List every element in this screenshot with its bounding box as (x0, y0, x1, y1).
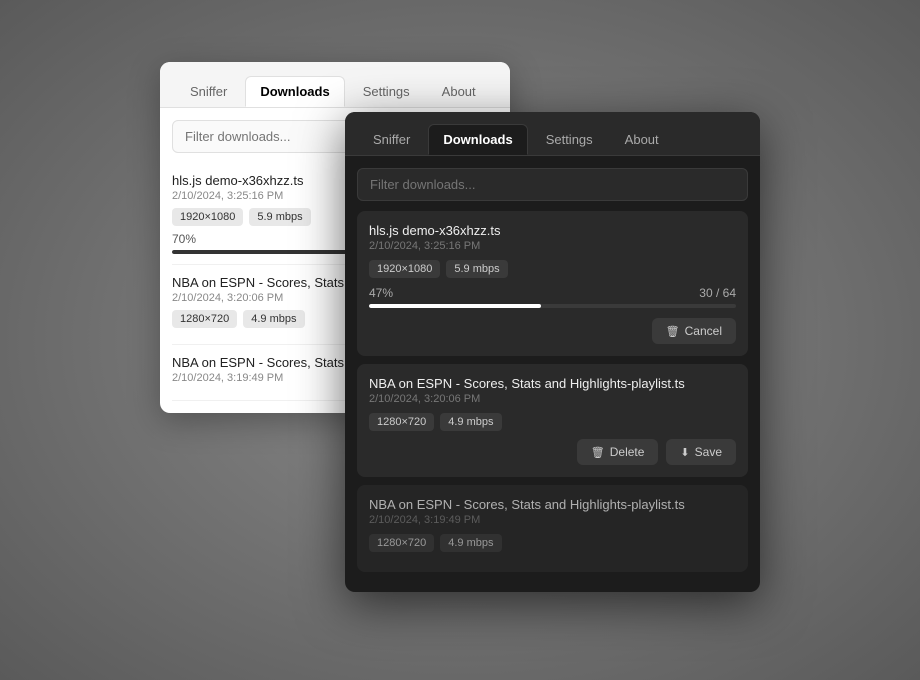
resolution-badge: 1280×720 (369, 534, 434, 552)
dark-tab-settings[interactable]: Settings (532, 125, 607, 154)
dark-tab-downloads[interactable]: Downloads (428, 124, 527, 155)
item-date: 2/10/2024, 3:19:49 PM (369, 514, 736, 526)
trash-icon (666, 324, 680, 338)
light-tab-downloads[interactable]: Downloads (245, 76, 344, 107)
light-tab-about[interactable]: About (428, 77, 490, 106)
item-title: NBA on ESPN - Scores, Stats and Highligh… (369, 376, 736, 391)
resolution-badge: 1920×1080 (172, 208, 243, 226)
bitrate-badge: 4.9 mbps (243, 310, 304, 328)
list-item: hls.js demo-x36xhzz.ts 2/10/2024, 3:25:1… (357, 211, 748, 356)
cancel-label: Cancel (685, 324, 722, 338)
resolution-badge: 1280×720 (172, 310, 237, 328)
dark-panel: Sniffer Downloads Settings About hls.js … (345, 112, 760, 592)
light-tab-sniffer[interactable]: Sniffer (176, 77, 241, 106)
progress-row: 47% 30 / 64 (369, 286, 736, 300)
delete-label: Delete (610, 445, 645, 459)
delete-button[interactable]: Delete (577, 439, 659, 465)
light-tab-settings[interactable]: Settings (349, 77, 424, 106)
dark-tab-bar: Sniffer Downloads Settings About (345, 112, 760, 156)
item-date: 2/10/2024, 3:20:06 PM (369, 393, 736, 405)
progress-bar-bg (369, 304, 736, 308)
dark-filter-input[interactable] (357, 168, 748, 201)
item-title: NBA on ESPN - Scores, Stats and Highligh… (369, 497, 736, 512)
progress-count: 30 / 64 (699, 286, 736, 300)
download-icon (680, 445, 689, 459)
save-button[interactable]: Save (666, 439, 736, 465)
save-label: Save (695, 445, 722, 459)
badges: 1920×1080 5.9 mbps (369, 260, 736, 278)
bitrate-badge: 5.9 mbps (446, 260, 507, 278)
progress-percent: 47% (369, 286, 393, 300)
item-date: 2/10/2024, 3:25:16 PM (369, 240, 736, 252)
bitrate-badge: 5.9 mbps (249, 208, 310, 226)
item-actions: Cancel (369, 318, 736, 344)
list-item: NBA on ESPN - Scores, Stats and Highligh… (357, 364, 748, 477)
badges: 1280×720 4.9 mbps (369, 534, 736, 552)
item-actions: Delete Save (369, 439, 736, 465)
bitrate-badge: 4.9 mbps (440, 413, 501, 431)
progress-bar-fill (369, 304, 541, 308)
dark-tab-sniffer[interactable]: Sniffer (359, 125, 424, 154)
bitrate-badge: 4.9 mbps (440, 534, 501, 552)
trash-icon (591, 445, 605, 459)
badges: 1280×720 4.9 mbps (369, 413, 736, 431)
resolution-badge: 1280×720 (369, 413, 434, 431)
cancel-button[interactable]: Cancel (652, 318, 736, 344)
resolution-badge: 1920×1080 (369, 260, 440, 278)
dark-content: hls.js demo-x36xhzz.ts 2/10/2024, 3:25:1… (345, 156, 760, 592)
item-title: hls.js demo-x36xhzz.ts (369, 223, 736, 238)
list-item: NBA on ESPN - Scores, Stats and Highligh… (357, 485, 748, 572)
light-tab-bar: Sniffer Downloads Settings About (160, 62, 510, 108)
dark-tab-about[interactable]: About (611, 125, 673, 154)
